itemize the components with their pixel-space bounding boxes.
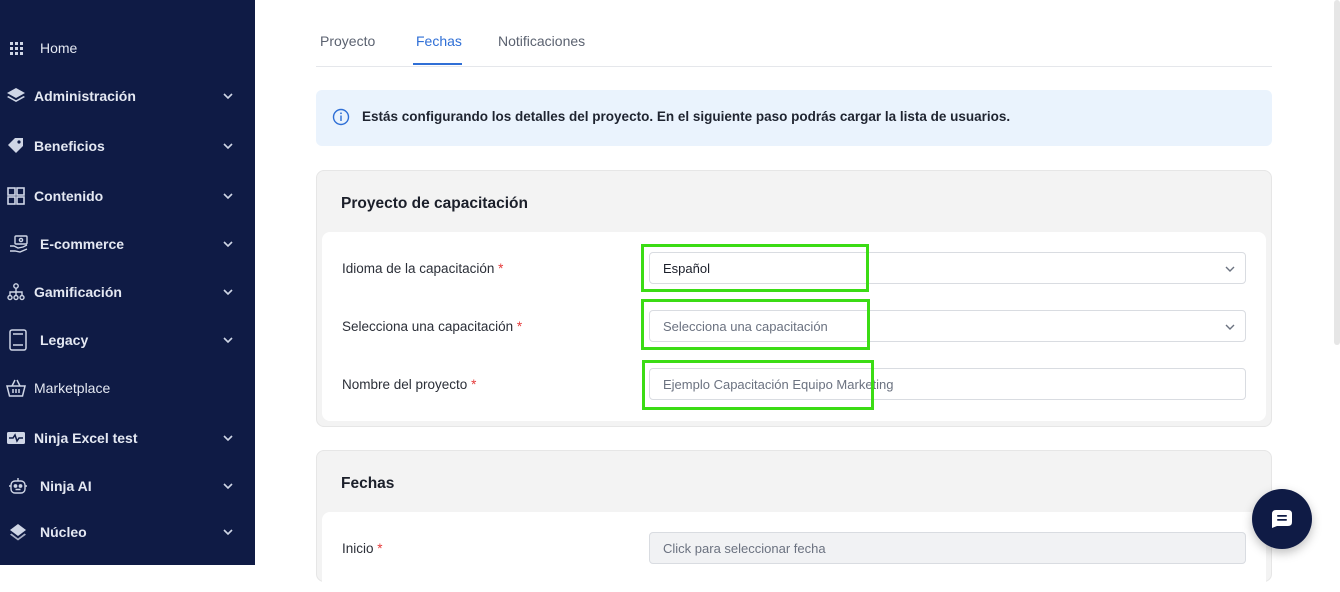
sidebar-item-ecommerce[interactable]: E-commerce (0, 227, 255, 261)
chat-button[interactable] (1252, 489, 1312, 549)
required-mark: * (377, 541, 383, 556)
language-select[interactable]: Español (649, 252, 1246, 284)
main-content: Proyecto Fechas Notificaciones Estás con… (255, 0, 1340, 592)
scrollbar[interactable] (1334, 0, 1340, 345)
layers-icon (5, 85, 27, 107)
hierarchy-icon (5, 281, 27, 303)
sidebar-item-label: Núcleo (40, 524, 87, 540)
chevron-down-icon (223, 241, 233, 248)
sidebar-item-label: Beneficios (34, 138, 105, 154)
chevron-down-icon (223, 193, 233, 200)
chevron-down-icon (1225, 324, 1235, 330)
sidebar-item-legacy[interactable]: Legacy (0, 323, 255, 357)
training-select-placeholder: Selecciona una capacitación (663, 319, 828, 334)
pulse-icon (5, 427, 27, 449)
basket-icon (5, 377, 27, 399)
chevron-down-icon (1225, 266, 1235, 272)
field-label-language: Idioma de la capacitación * (342, 261, 504, 276)
chevron-down-icon (223, 93, 233, 100)
chat-icon (1272, 510, 1292, 528)
book-icon (7, 329, 29, 351)
project-name-placeholder: Ejemplo Capacitación Equipo Marketing (663, 377, 894, 392)
sidebar-item-label: Ninja Excel test (34, 430, 138, 446)
robot-icon (7, 475, 29, 497)
chevron-down-icon (223, 483, 233, 490)
project-name-input[interactable]: Ejemplo Capacitación Equipo Marketing (649, 368, 1246, 400)
tag-icon (5, 135, 27, 157)
chevron-down-icon (223, 529, 233, 536)
project-card: Proyecto de capacitación Idioma de la ca… (316, 170, 1272, 427)
sidebar-item-label: Administración (34, 88, 136, 104)
tab-notificaciones[interactable]: Notificaciones (498, 33, 585, 49)
sidebar: Home Administración Beneficios Contenido… (0, 0, 255, 565)
field-label-name: Nombre del proyecto * (342, 377, 477, 392)
dates-card: Fechas Inicio * Click para seleccionar f… (316, 450, 1272, 592)
sidebar-item-ninja-ai[interactable]: Ninja AI (0, 469, 255, 503)
sidebar-item-label: Home (40, 40, 78, 56)
field-label-start: Inicio * (342, 541, 383, 556)
info-icon (332, 108, 350, 126)
chevron-down-icon (223, 143, 233, 150)
sidebar-item-ninja-excel-test[interactable]: Ninja Excel test (0, 421, 255, 455)
chevron-down-icon (223, 289, 233, 296)
sidebar-item-contenido[interactable]: Contenido (0, 179, 255, 213)
tab-proyecto[interactable]: Proyecto (320, 33, 375, 49)
sidebar-item-marketplace[interactable]: Marketplace (0, 371, 255, 405)
stack-icon (7, 521, 29, 543)
language-select-value: Español (663, 261, 710, 276)
info-banner: Estás configurando los detalles del proy… (316, 90, 1272, 146)
sidebar-item-administracion[interactable]: Administración (0, 79, 255, 113)
start-date-input[interactable]: Click para seleccionar fecha (649, 532, 1246, 564)
sidebar-item-gamificacion[interactable]: Gamificación (0, 275, 255, 309)
sidebar-item-label: Legacy (40, 332, 89, 348)
tab-fechas[interactable]: Fechas (416, 33, 462, 49)
tab-bar: Proyecto Fechas Notificaciones (316, 0, 1272, 67)
training-select[interactable]: Selecciona una capacitación (649, 310, 1246, 342)
info-message: Estás configurando los detalles del proy… (362, 109, 1011, 124)
sidebar-item-nucleo[interactable]: Núcleo (0, 515, 255, 549)
card-body: Inicio * Click para seleccionar fecha (322, 512, 1266, 592)
layout-icon (5, 185, 27, 207)
card-title: Proyecto de capacitación (341, 195, 528, 212)
active-tab-indicator (413, 63, 462, 65)
grid-icon (5, 37, 27, 59)
sidebar-item-label: E-commerce (40, 236, 125, 252)
start-date-placeholder: Click para seleccionar fecha (663, 541, 826, 556)
card-title: Fechas (341, 475, 395, 492)
sidebar-item-label: Gamificación (34, 284, 122, 300)
sidebar-item-label: Ninja AI (40, 478, 92, 494)
sidebar-item-label: Marketplace (34, 380, 111, 396)
sidebar-item-label: Contenido (34, 188, 104, 204)
chevron-down-icon (223, 435, 233, 442)
field-label-training: Selecciona una capacitación * (342, 319, 523, 334)
card-body: Idioma de la capacitación * Español Sele… (322, 232, 1266, 421)
required-mark: * (498, 261, 504, 276)
required-mark: * (471, 377, 477, 392)
required-mark: * (516, 319, 523, 334)
sidebar-item-home[interactable]: Home (0, 31, 255, 65)
money-hand-icon (8, 233, 30, 255)
sidebar-item-beneficios[interactable]: Beneficios (0, 129, 255, 163)
chevron-down-icon (223, 337, 233, 344)
